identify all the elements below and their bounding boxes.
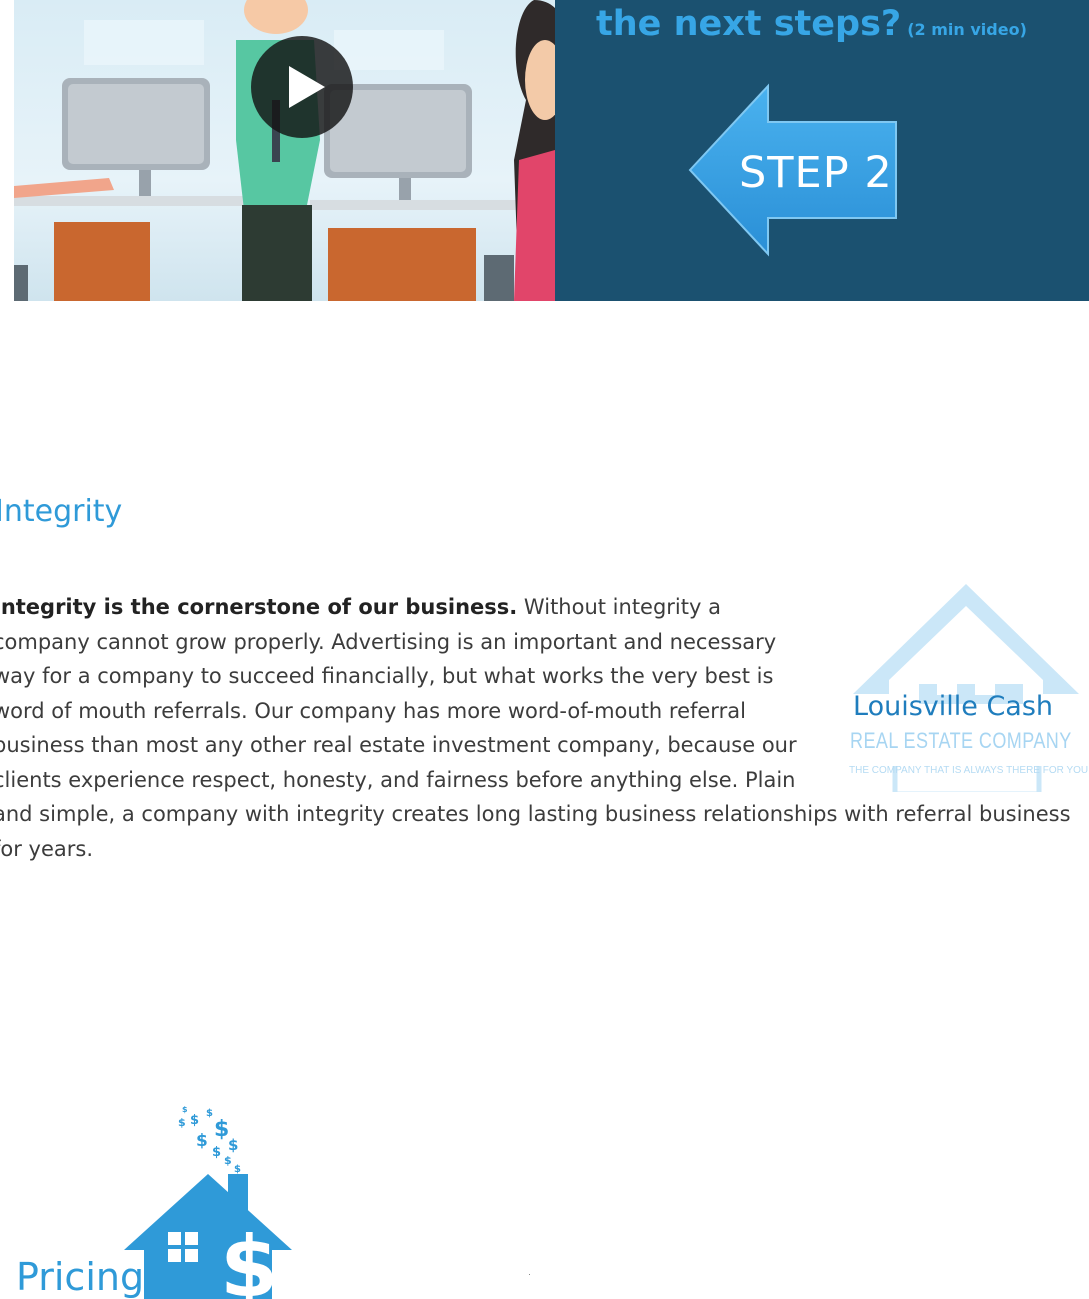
svg-text:$: $ (190, 1113, 199, 1128)
svg-text:$: $ (178, 1116, 186, 1129)
integrity-lead-bold: Integrity is the cornerstone of our busi… (0, 595, 518, 619)
video-length-note: (2 min video) (907, 20, 1027, 39)
svg-text:$: $ (206, 1108, 213, 1119)
svg-text:$: $ (196, 1131, 208, 1151)
next-steps-title: the next steps? (596, 4, 902, 44)
next-steps-heading: the next steps? (2 min video) (596, 2, 1027, 52)
step-2-label[interactable]: STEP 2 (739, 148, 893, 198)
svg-text:$: $ (182, 1105, 188, 1114)
louisville-cash-logo: Louisville Cash REAL ESTATE COMPANY THE … (829, 584, 1089, 792)
svg-text:$: $ (224, 1154, 232, 1167)
video-thumbnail[interactable] (14, 0, 555, 301)
integrity-paragraph: Louisville Cash REAL ESTATE COMPANY THE … (0, 584, 1089, 866)
pricing-heading: Pricing (16, 1255, 145, 1299)
svg-text:$: $ (234, 1164, 241, 1175)
next-steps-panel: the next steps? (2 min video) STEP 2 (555, 0, 1089, 301)
svg-text:$: $ (220, 1218, 278, 1299)
play-button[interactable] (251, 36, 353, 138)
page: the next steps? (2 min video) STEP 2 Inte… (0, 0, 1089, 1299)
svg-text:$: $ (228, 1136, 238, 1154)
logo-tagline: THE COMPANY THAT IS ALWAYS THERE FOR YOU (849, 765, 1089, 776)
divider-dot (529, 1274, 530, 1275)
integrity-heading: Integrity (0, 494, 123, 529)
play-icon (289, 66, 325, 108)
svg-text:$: $ (212, 1145, 221, 1160)
logo-company-name: Louisville Cash (853, 691, 1054, 722)
house-money-icon: $ $ $ $ $ $ $ $ $ $ $ (124, 1105, 292, 1299)
